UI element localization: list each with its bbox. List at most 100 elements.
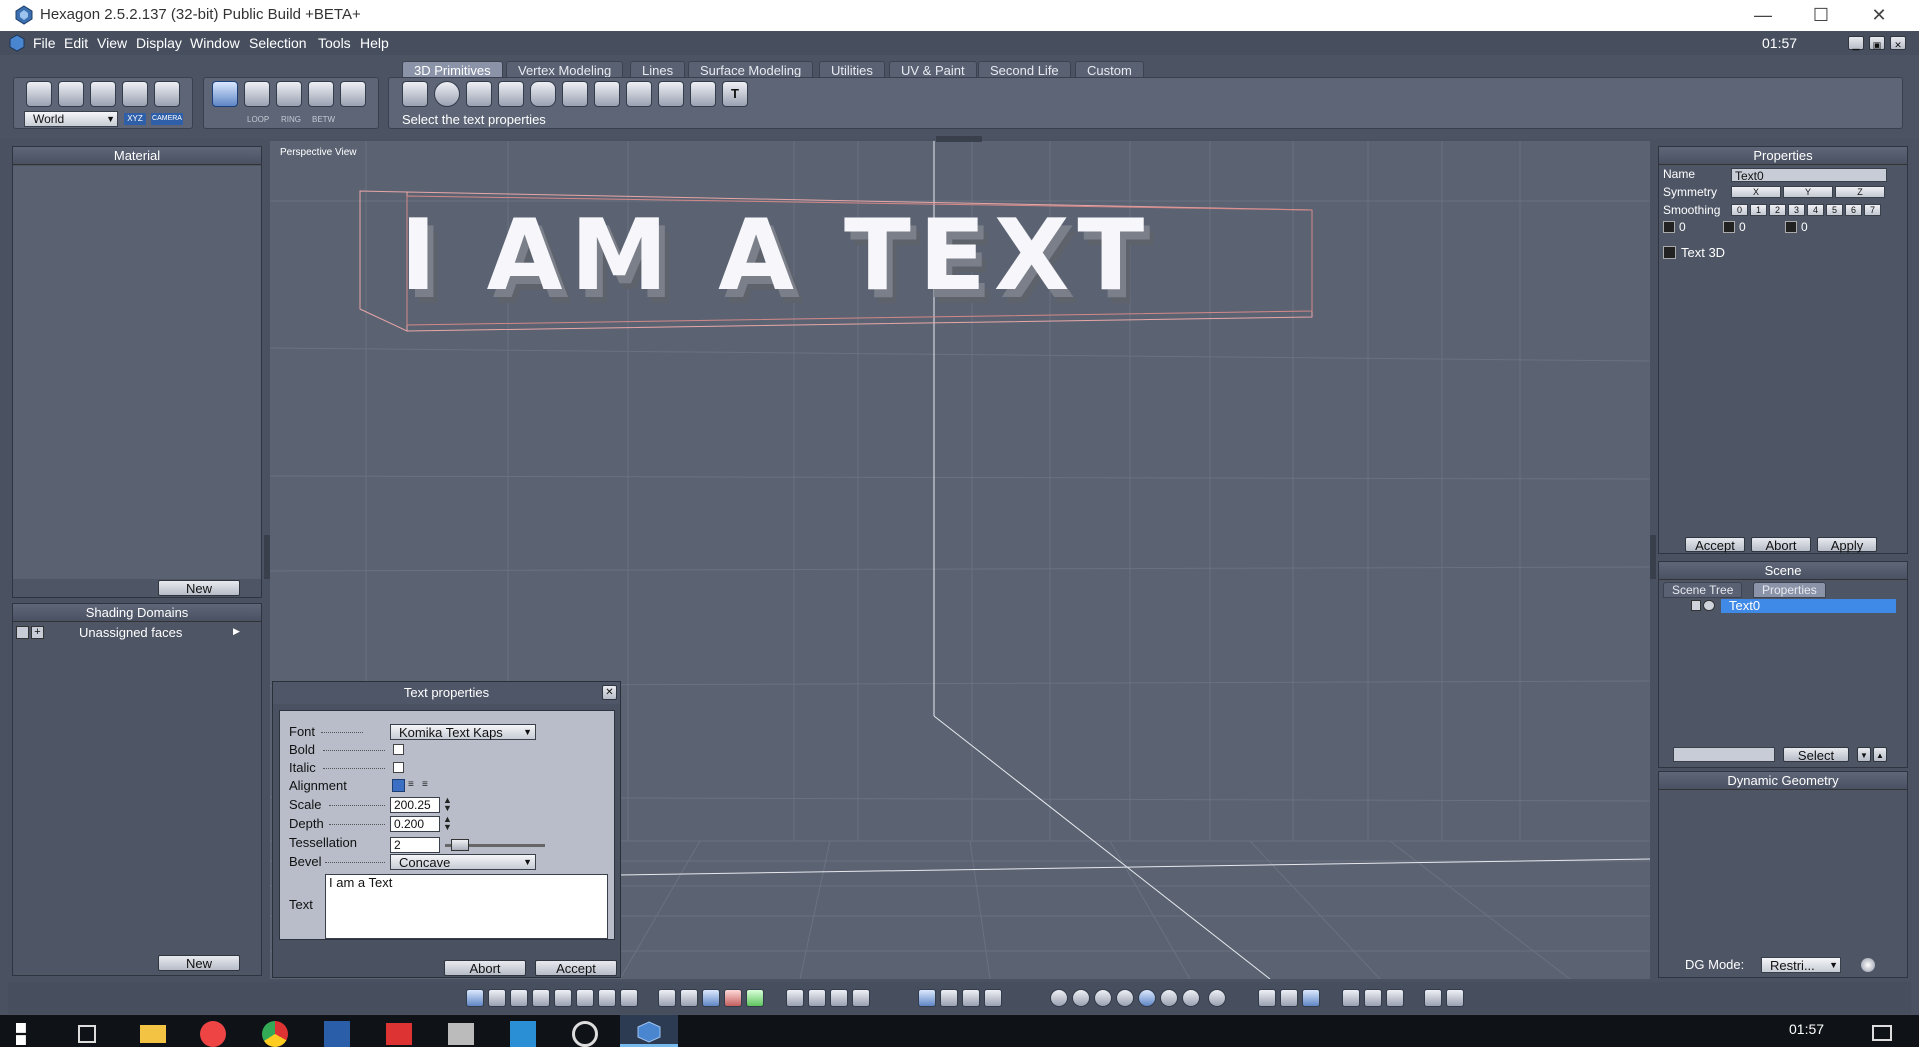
menu-display[interactable]: Display	[136, 35, 182, 51]
flat-shade-icon[interactable]	[1094, 989, 1112, 1007]
face-mode-icon[interactable]	[244, 81, 270, 107]
material-new-button[interactable]: New	[158, 580, 240, 596]
menu-file[interactable]: File	[33, 35, 56, 51]
layout-cols-icon[interactable]	[620, 989, 638, 1007]
smoothing-4[interactable]: 4	[1807, 204, 1824, 216]
magnet-icon[interactable]	[122, 81, 148, 107]
snap-icon[interactable]	[680, 989, 698, 1007]
props-apply-button[interactable]: Apply	[1817, 537, 1877, 553]
lock-icon[interactable]	[1691, 600, 1701, 611]
symmetry-x-button[interactable]: X	[1731, 186, 1781, 198]
grid-box-icon[interactable]	[498, 81, 524, 107]
align-right-icon[interactable]: ≡	[422, 780, 433, 791]
camera-button[interactable]: CAMERA	[151, 113, 183, 125]
geosphere-icon[interactable]	[690, 81, 716, 107]
camera-nav-icon[interactable]	[918, 989, 936, 1007]
green-grid-icon[interactable]	[746, 989, 764, 1007]
object-mode-icon[interactable]	[212, 81, 238, 107]
hq-render-icon[interactable]	[1302, 989, 1320, 1007]
edge-mode-icon[interactable]	[276, 81, 302, 107]
loop-button[interactable]: LOOP	[247, 115, 269, 124]
menu-edit[interactable]: Edit	[64, 35, 88, 51]
tab-scene-properties[interactable]: Properties	[1753, 582, 1826, 598]
smooth-shade-icon[interactable]	[1116, 989, 1134, 1007]
scene-search-input[interactable]	[1673, 747, 1775, 762]
minimize-button[interactable]: —	[1734, 0, 1792, 31]
layout-three-icon[interactable]	[554, 989, 572, 1007]
select-arrow-icon[interactable]	[26, 81, 52, 107]
tab-scene-tree[interactable]: Scene Tree	[1663, 582, 1743, 598]
app-restore-button[interactable]: ▣	[1869, 36, 1885, 50]
mail-icon[interactable]	[386, 1023, 412, 1045]
app-ring-icon[interactable]	[572, 1021, 598, 1047]
text-tool-icon[interactable]: T	[722, 81, 748, 107]
vertex-mode-icon[interactable]	[308, 81, 334, 107]
grid-icon[interactable]	[658, 989, 676, 1007]
book-icon[interactable]	[1386, 989, 1404, 1007]
browser-icon[interactable]	[200, 1021, 226, 1047]
orbit-icon[interactable]	[852, 989, 870, 1007]
scale-input[interactable]: 200.25	[390, 797, 440, 813]
close-button[interactable]: ✕	[1850, 0, 1908, 31]
layout-quad-icon[interactable]	[488, 989, 506, 1007]
chrome-icon[interactable]	[262, 1021, 288, 1047]
render-icon[interactable]	[1424, 989, 1442, 1007]
ghost-icon[interactable]	[154, 81, 180, 107]
smoothing-6[interactable]: 6	[1845, 204, 1862, 216]
textured-shade-icon[interactable]	[1138, 989, 1156, 1007]
notes-icon[interactable]	[448, 1023, 474, 1045]
text3d-item[interactable]: Text 3D	[1681, 245, 1725, 260]
xyz-button[interactable]: XYZ	[124, 113, 146, 125]
smoothing-1[interactable]: 1	[1750, 204, 1767, 216]
app-minimize-button[interactable]: ▁	[1848, 36, 1864, 50]
name-input[interactable]: Text0	[1731, 168, 1887, 183]
taskview-icon[interactable]	[78, 1025, 96, 1043]
close-icon[interactable]: ✕	[602, 685, 617, 700]
dg-mode-select[interactable]: Restri... ▼	[1761, 957, 1841, 973]
scene-select-button[interactable]: Select	[1783, 747, 1849, 763]
smoothing-5[interactable]: 5	[1826, 204, 1843, 216]
scene-up-icon[interactable]: ▲	[1873, 747, 1887, 762]
snapshot-camera-icon[interactable]	[1446, 989, 1464, 1007]
folder-icon[interactable]	[140, 1025, 166, 1043]
coord-mode-select[interactable]: World ▼	[24, 111, 118, 127]
viewport-top-handle[interactable]	[936, 136, 982, 142]
zoom-extent-icon[interactable]	[786, 989, 804, 1007]
app-blue-icon[interactable]	[510, 1021, 536, 1047]
cylinder-icon[interactable]	[530, 81, 556, 107]
text-content-area[interactable]: I am a Text	[325, 874, 608, 939]
word-icon[interactable]	[324, 1021, 350, 1047]
viewport-right-handle[interactable]	[1650, 535, 1656, 579]
red-grid-icon[interactable]	[724, 989, 742, 1007]
eye-icon[interactable]	[1703, 600, 1715, 611]
tessellation-slider-handle[interactable]	[451, 839, 469, 851]
scale-spinner[interactable]: ▲ ▼	[443, 796, 452, 813]
layout-split-h-icon[interactable]	[510, 989, 528, 1007]
maximize-button[interactable]: ☐	[1792, 0, 1850, 31]
depth-input[interactable]: 0.200	[390, 816, 440, 832]
auto-mode-icon[interactable]	[340, 81, 366, 107]
symmetry-z-button[interactable]: Z	[1835, 186, 1885, 198]
paint-select-icon[interactable]	[90, 81, 116, 107]
layers-icon[interactable]	[1364, 989, 1382, 1007]
text-dialog-accept-button[interactable]: Accept	[535, 960, 617, 976]
notification-icon[interactable]	[1872, 1025, 1892, 1041]
menu-help[interactable]: Help	[360, 35, 389, 51]
layout-rows-icon[interactable]	[598, 989, 616, 1007]
tessellation-input[interactable]: 2	[390, 837, 440, 853]
menu-window[interactable]: Window	[190, 35, 240, 51]
depth-spinner[interactable]: ▲ ▼	[443, 815, 452, 832]
menu-tools[interactable]: Tools	[318, 35, 351, 51]
scene-down-icon[interactable]: ▼	[1857, 747, 1871, 762]
diamond-icon[interactable]	[626, 81, 652, 107]
wireframe-icon[interactable]	[1050, 989, 1068, 1007]
ring-button[interactable]: RING	[281, 115, 301, 124]
pan-icon[interactable]	[808, 989, 826, 1007]
shadow-icon[interactable]	[1258, 989, 1276, 1007]
cube-icon[interactable]	[402, 81, 428, 107]
align-left-icon[interactable]	[392, 779, 405, 792]
walk-icon[interactable]	[940, 989, 958, 1007]
unassigned-faces-item[interactable]: Unassigned faces	[79, 625, 182, 640]
grid-toggle-icon[interactable]	[702, 989, 720, 1007]
zoom-icon[interactable]	[830, 989, 848, 1007]
